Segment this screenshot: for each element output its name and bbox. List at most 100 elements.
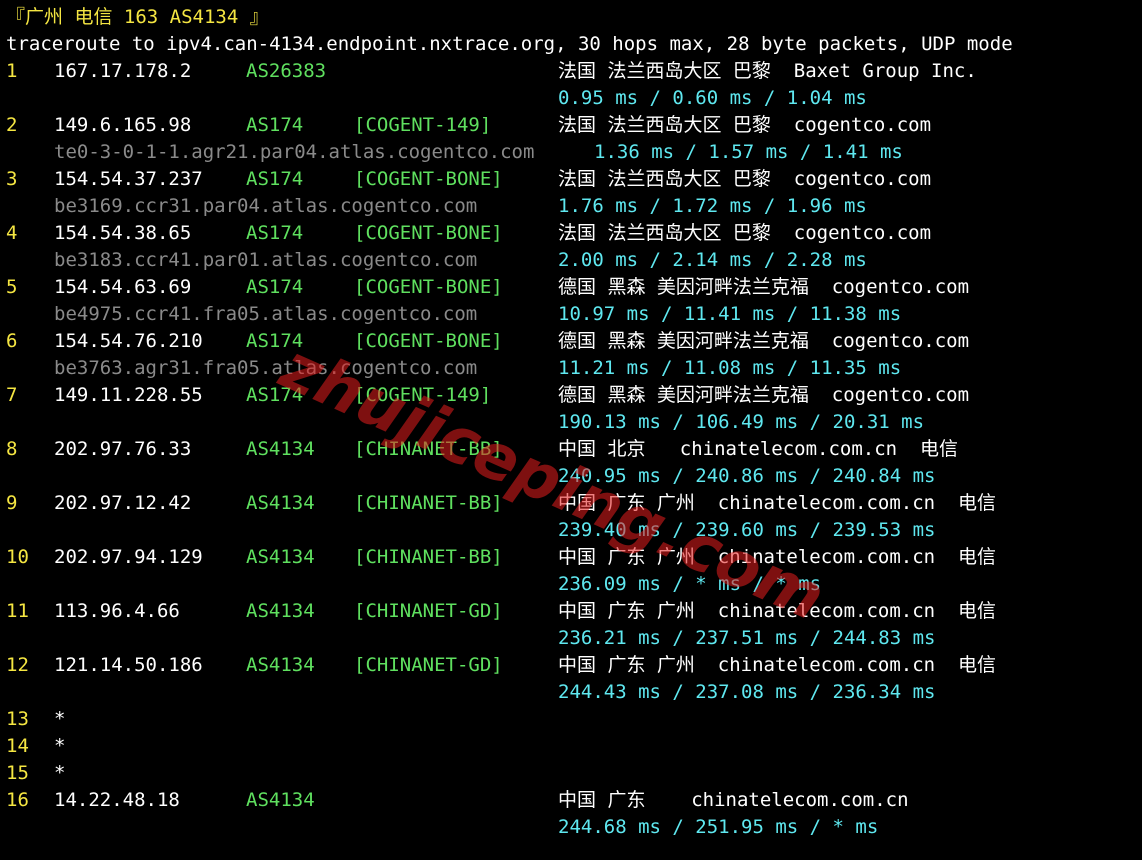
hop-rtt: 244.68 ms / 251.95 ms / * ms: [558, 816, 879, 838]
hop-rtt: 190.13 ms / 106.49 ms / 20.31 ms: [558, 411, 925, 433]
hop-tag: [CHINANET-BB]: [354, 492, 503, 514]
hop-detail-row: 236.21 ms / 237.51 ms / 244.83 ms: [0, 625, 1142, 652]
hop-tag: [COGENT-149]: [354, 114, 492, 136]
hop-asn: AS174: [246, 114, 304, 136]
hop-detail-row: 236.09 ms / * ms / * ms: [0, 571, 1142, 598]
hop-tag: [CHINANET-BB]: [354, 546, 503, 568]
hop-asn: AS26383: [246, 60, 327, 82]
hop-rtt: 236.09 ms / * ms / * ms: [558, 573, 822, 595]
hop-geo: 中国 广东 广州 chinatelecom.com.cn 电信: [558, 654, 996, 676]
hop-number: 2: [6, 114, 18, 136]
hop-row: 7 149.11.228.55 AS174 [COGENT-149] 德国 黑森 美因河…: [0, 382, 1142, 409]
hop-tag: [COGENT-BONE]: [354, 330, 503, 352]
hop-detail-row: 244.68 ms / 251.95 ms / * ms: [0, 814, 1142, 841]
hop-rtt: 10.97 ms / 11.41 ms / 11.38 ms: [558, 303, 902, 325]
hop-number: 10: [6, 546, 29, 568]
hop-asn: AS174: [246, 222, 304, 244]
hop-asn: AS174: [246, 168, 304, 190]
hop-row: 12 121.14.50.186 AS4134 [CHINANET-GD] 中国 广东 …: [0, 652, 1142, 679]
hop-row: 6 154.54.76.210 AS174 [COGENT-BONE] 德国 黑森 美因…: [0, 328, 1142, 355]
hop-number: 6: [6, 330, 18, 352]
hop-geo: 法国 法兰西岛大区 巴黎 cogentco.com: [558, 222, 932, 244]
hop-detail-row: be4975.ccr41.fra05.atlas.cogentco.com 10.…: [0, 301, 1142, 328]
hop-hostname: be3169.ccr31.par04.atlas.cogentco.com: [54, 195, 478, 217]
hop-row: 2 149.6.165.98 AS174 [COGENT-149] 法国 法兰西岛大区 …: [0, 112, 1142, 139]
hop-rtt: 1.76 ms / 1.72 ms / 1.96 ms: [558, 195, 867, 217]
hop-geo: 中国 广东 广州 chinatelecom.com.cn 电信: [558, 546, 996, 568]
hop-geo: 中国 广东 广州 chinatelecom.com.cn 电信: [558, 492, 996, 514]
hop-tag: [CHINANET-GD]: [354, 600, 503, 622]
hop-rtt: 236.21 ms / 237.51 ms / 244.83 ms: [558, 627, 936, 649]
hop-row: 11 113.96.4.66 AS4134 [CHINANET-GD] 中国 广东 广州…: [0, 598, 1142, 625]
hop-ip: 154.54.37.237: [54, 168, 203, 190]
hop-detail-row: be3169.ccr31.par04.atlas.cogentco.com 1.7…: [0, 193, 1142, 220]
hop-row: 10 202.97.94.129 AS4134 [CHINANET-BB] 中国 广东 …: [0, 544, 1142, 571]
hop-tag: [CHINANET-BB]: [354, 438, 503, 460]
hop-tag: [COGENT-149]: [354, 384, 492, 406]
hop-rtt: 0.95 ms / 0.60 ms / 1.04 ms: [558, 87, 867, 109]
hop-number: 16: [6, 789, 29, 811]
hop-geo: 德国 黑森 美因河畔法兰克福 cogentco.com: [558, 276, 970, 298]
hop-hostname: be3763.agr31.fra05.atlas.cogentco.com: [54, 357, 478, 379]
hop-detail-row: 0.95 ms / 0.60 ms / 1.04 ms: [0, 85, 1142, 112]
hop-rtt: 11.21 ms / 11.08 ms / 11.35 ms: [558, 357, 902, 379]
hop-detail-row: te0-3-0-1-1.agr21.par04.atlas.cogentco.c…: [0, 139, 1142, 166]
hop-hostname: be3183.ccr41.par01.atlas.cogentco.com: [54, 249, 478, 271]
hop-row: 5 154.54.63.69 AS174 [COGENT-BONE] 德国 黑森 美因河…: [0, 274, 1142, 301]
hop-row: 16 14.22.48.18 AS4134 中国 广东 chinatelecom.co…: [0, 787, 1142, 814]
hop-hostname: te0-3-0-1-1.agr21.par04.atlas.cogentco.c…: [54, 141, 535, 163]
hop-rtt: 244.43 ms / 237.08 ms / 236.34 ms: [558, 681, 936, 703]
hop-number: 8: [6, 438, 18, 460]
hop-number: 5: [6, 276, 18, 298]
hop-ip: 167.17.178.2: [54, 60, 192, 82]
hop-asn: AS4134: [246, 546, 315, 568]
hop-row: 9 202.97.12.42 AS4134 [CHINANET-BB] 中国 广东 广州…: [0, 490, 1142, 517]
hop-ip: 149.6.165.98: [54, 114, 192, 136]
hop-ip: *: [54, 708, 66, 730]
hop-geo: 中国 北京 chinatelecom.com.cn 电信: [558, 438, 958, 460]
hop-geo: 德国 黑森 美因河畔法兰克福 cogentco.com: [558, 384, 970, 406]
hop-asn: AS174: [246, 330, 304, 352]
hop-detail-row: 190.13 ms / 106.49 ms / 20.31 ms: [0, 409, 1142, 436]
hop-asn: AS4134: [246, 789, 315, 811]
hop-geo: 德国 黑森 美因河畔法兰克福 cogentco.com: [558, 330, 970, 352]
hop-number: 15: [6, 762, 29, 784]
hop-number: 7: [6, 384, 18, 406]
terminal-window: 『广州 电信 163 AS4134 』 traceroute to ipv4.c…: [0, 0, 1142, 860]
hop-ip: *: [54, 735, 66, 757]
hop-ip: 113.96.4.66: [54, 600, 180, 622]
hop-hostname: be4975.ccr41.fra05.atlas.cogentco.com: [54, 303, 478, 325]
hop-row: 14 *: [0, 733, 1142, 760]
hop-detail-row: be3183.ccr41.par01.atlas.cogentco.com 2.0…: [0, 247, 1142, 274]
hop-number: 4: [6, 222, 18, 244]
hop-row: 3 154.54.37.237 AS174 [COGENT-BONE] 法国 法兰西岛大…: [0, 166, 1142, 193]
hop-row: 13 *: [0, 706, 1142, 733]
hop-ip: 202.97.76.33: [54, 438, 192, 460]
hop-ip: 121.14.50.186: [54, 654, 203, 676]
hop-geo: 法国 法兰西岛大区 巴黎 cogentco.com: [558, 114, 932, 136]
hop-tag: [COGENT-BONE]: [354, 276, 503, 298]
hop-ip: 154.54.63.69: [54, 276, 192, 298]
hop-row: 15 *: [0, 760, 1142, 787]
hop-ip: *: [54, 762, 66, 784]
hop-tag: [CHINANET-GD]: [354, 654, 503, 676]
trace-command: traceroute to ipv4.can-4134.endpoint.nxt…: [6, 33, 1013, 55]
hop-ip: 14.22.48.18: [54, 789, 180, 811]
hop-detail-row: 240.95 ms / 240.86 ms / 240.84 ms: [0, 463, 1142, 490]
hop-detail-row: 244.43 ms / 237.08 ms / 236.34 ms: [0, 679, 1142, 706]
hop-number: 13: [6, 708, 29, 730]
trace-title: 『广州 电信 163 AS4134 』: [6, 6, 269, 28]
hop-rtt: 2.00 ms / 2.14 ms / 2.28 ms: [558, 249, 867, 271]
hop-ip: 154.54.38.65: [54, 222, 192, 244]
hop-number: 3: [6, 168, 18, 190]
hop-number: 9: [6, 492, 18, 514]
hop-tag: [COGENT-BONE]: [354, 168, 503, 190]
hop-rtt: 1.36 ms / 1.57 ms / 1.41 ms: [594, 141, 903, 163]
hop-detail-row: 239.40 ms / 239.60 ms / 239.53 ms: [0, 517, 1142, 544]
hop-geo: 中国 广东 广州 chinatelecom.com.cn 电信: [558, 600, 996, 622]
hop-ip: 154.54.76.210: [54, 330, 203, 352]
hop-asn: AS174: [246, 276, 304, 298]
hop-detail-row: be3763.agr31.fra05.atlas.cogentco.com 11.…: [0, 355, 1142, 382]
hop-rtt: 239.40 ms / 239.60 ms / 239.53 ms: [558, 519, 936, 541]
hop-asn: AS4134: [246, 492, 315, 514]
